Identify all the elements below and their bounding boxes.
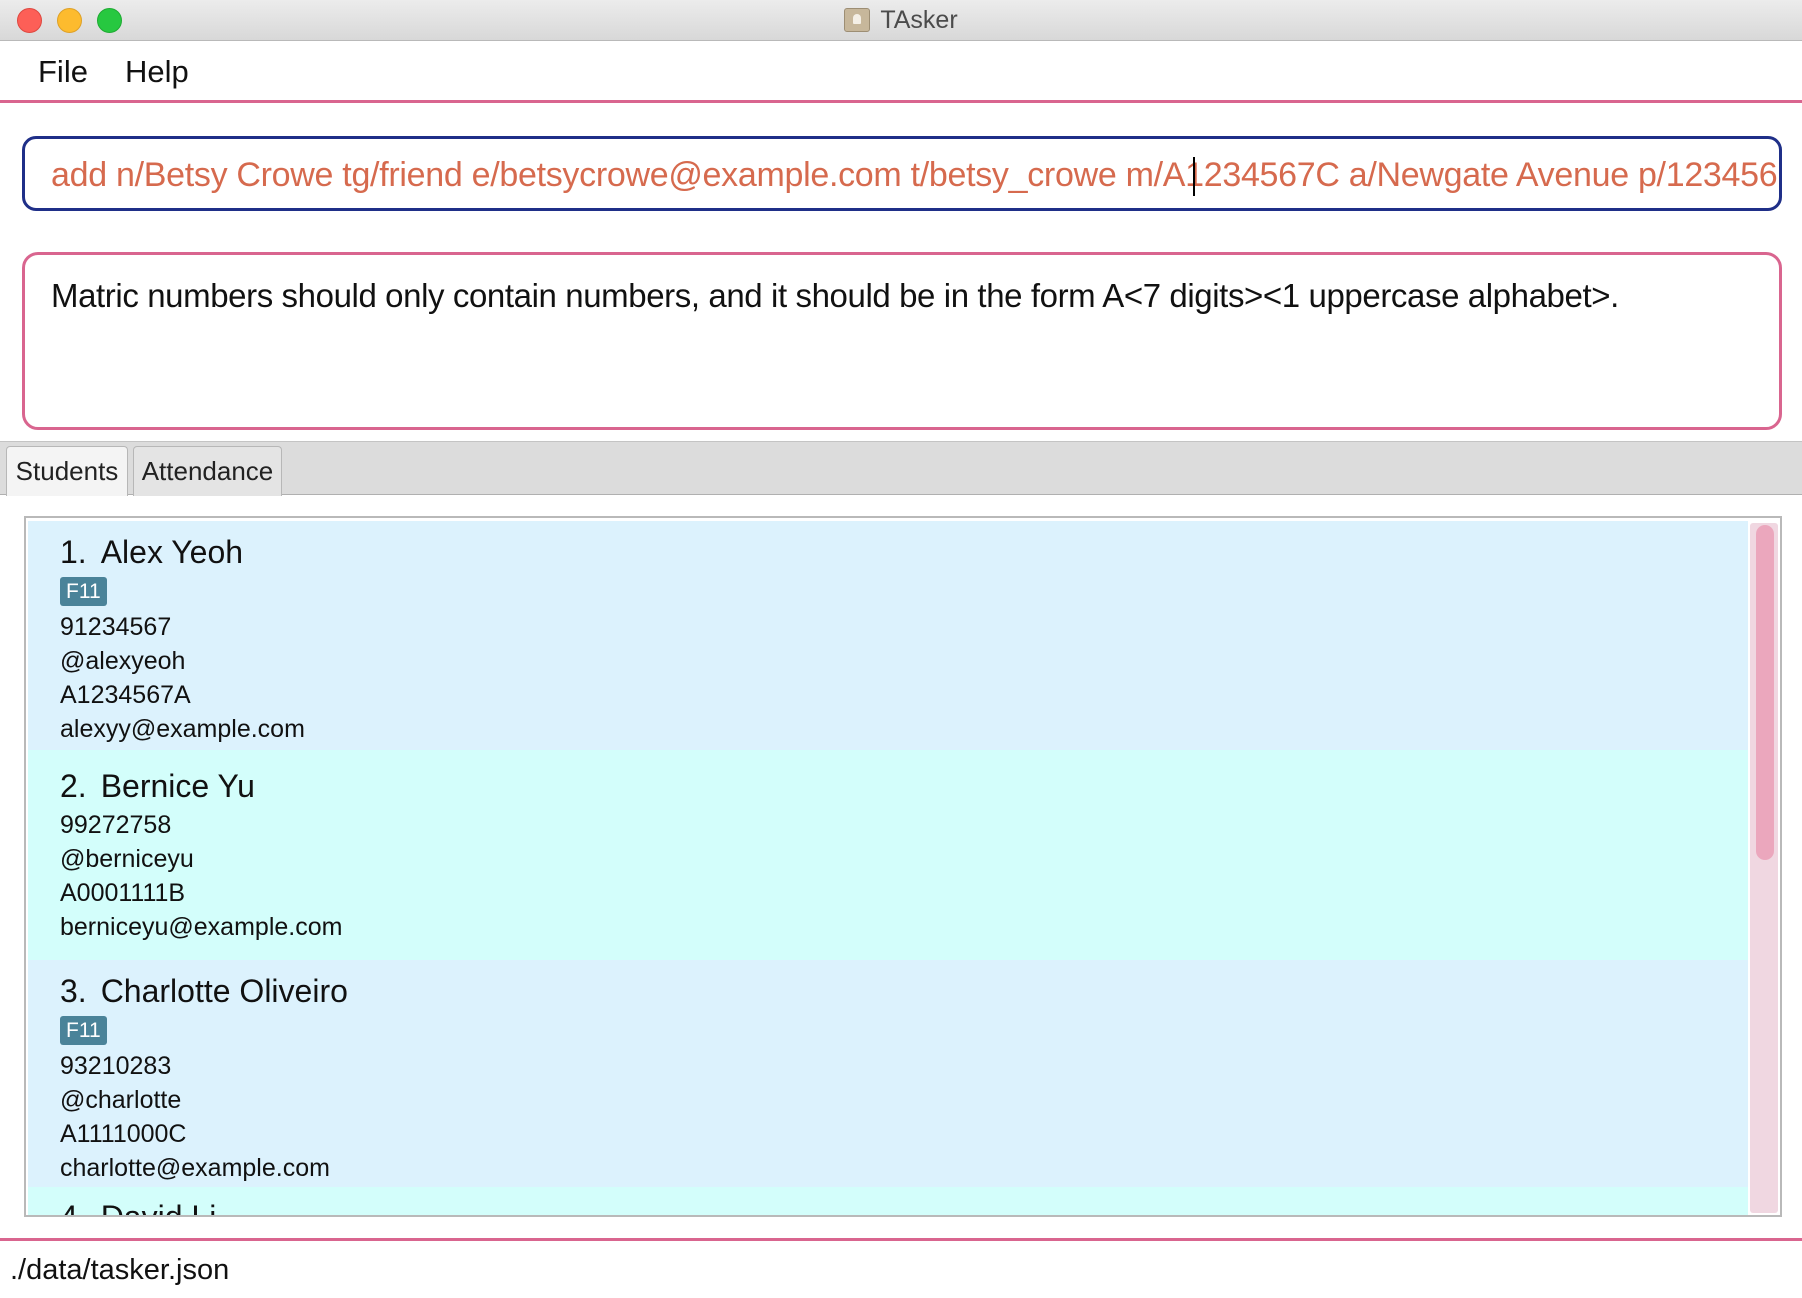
student-card[interactable]: 2. Bernice Yu 99272758 @berniceyu A000111… (28, 750, 1748, 960)
student-card[interactable]: 4. David Li (28, 1187, 1748, 1217)
tab-bar: Students Attendance (0, 441, 1802, 496)
student-list[interactable]: 1. Alex Yeoh F11 91234567 @alexyeoh A1234… (24, 516, 1782, 1217)
app-icon (844, 8, 871, 32)
student-name-line: 3. Charlotte Oliveiro (60, 973, 1748, 1010)
student-matric: A1234567A (60, 681, 191, 709)
result-display: Matric numbers should only contain numbe… (22, 252, 1782, 430)
student-name-line: 2. Bernice Yu (60, 768, 1748, 805)
command-input-text[interactable]: add n/Betsy Crowe tg/friend e/betsycrowe… (51, 156, 1779, 195)
student-name: Bernice Yu (100, 768, 255, 804)
student-tag: F11 (60, 577, 107, 606)
student-matric: A0001111B (60, 879, 186, 907)
tab-attendance[interactable]: Attendance (133, 446, 282, 496)
student-index: 2. (60, 768, 87, 804)
status-divider (0, 1238, 1802, 1241)
student-phone: 93210283 (60, 1052, 172, 1080)
student-name-line: 4. David Li (60, 1199, 1748, 1217)
student-name: Alex Yeoh (100, 534, 244, 570)
student-name-line: 1. Alex Yeoh (60, 534, 1748, 571)
student-card[interactable]: 1. Alex Yeoh F11 91234567 @alexyeoh A1234… (28, 521, 1748, 750)
menu-help[interactable]: Help (125, 54, 189, 90)
student-email: charlotte@example.com (60, 1154, 330, 1182)
student-phone: 91234567 (60, 613, 172, 641)
text-caret (1193, 157, 1195, 196)
student-email: berniceyu@example.com (60, 913, 343, 941)
window-titlebar: TAsker (0, 0, 1802, 41)
student-index: 4. (60, 1199, 87, 1217)
student-index: 1. (60, 534, 87, 570)
student-list-content: 1. Alex Yeoh F11 91234567 @alexyeoh A1234… (28, 521, 1748, 1217)
student-matric: A1111000C (60, 1120, 187, 1148)
student-telegram: @alexyeoh (60, 647, 186, 675)
result-message: Matric numbers should only contain numbe… (51, 277, 1619, 314)
student-card[interactable]: 3. Charlotte Oliveiro F11 93210283 @charl… (28, 960, 1748, 1187)
menu-file[interactable]: File (38, 54, 88, 90)
window-title: TAsker (880, 6, 958, 34)
student-name: David Li (100, 1199, 217, 1217)
list-scrollbar[interactable] (1750, 523, 1778, 1213)
student-tag: F11 (60, 1016, 107, 1045)
student-phone: 99272758 (60, 811, 172, 839)
student-telegram: @charlotte (60, 1086, 182, 1114)
student-telegram: @berniceyu (60, 845, 194, 873)
student-index: 3. (60, 973, 87, 1009)
command-input[interactable]: add n/Betsy Crowe tg/friend e/betsycrowe… (22, 136, 1782, 211)
student-email: alexyy@example.com (60, 715, 305, 743)
student-name: Charlotte Oliveiro (100, 973, 348, 1009)
menu-bar: File Help (0, 41, 1802, 103)
window-title-area: TAsker (0, 6, 1802, 35)
status-file-path: ./data/tasker.json (10, 1254, 230, 1286)
list-scrollbar-thumb[interactable] (1756, 525, 1774, 860)
tab-students[interactable]: Students (6, 446, 128, 496)
